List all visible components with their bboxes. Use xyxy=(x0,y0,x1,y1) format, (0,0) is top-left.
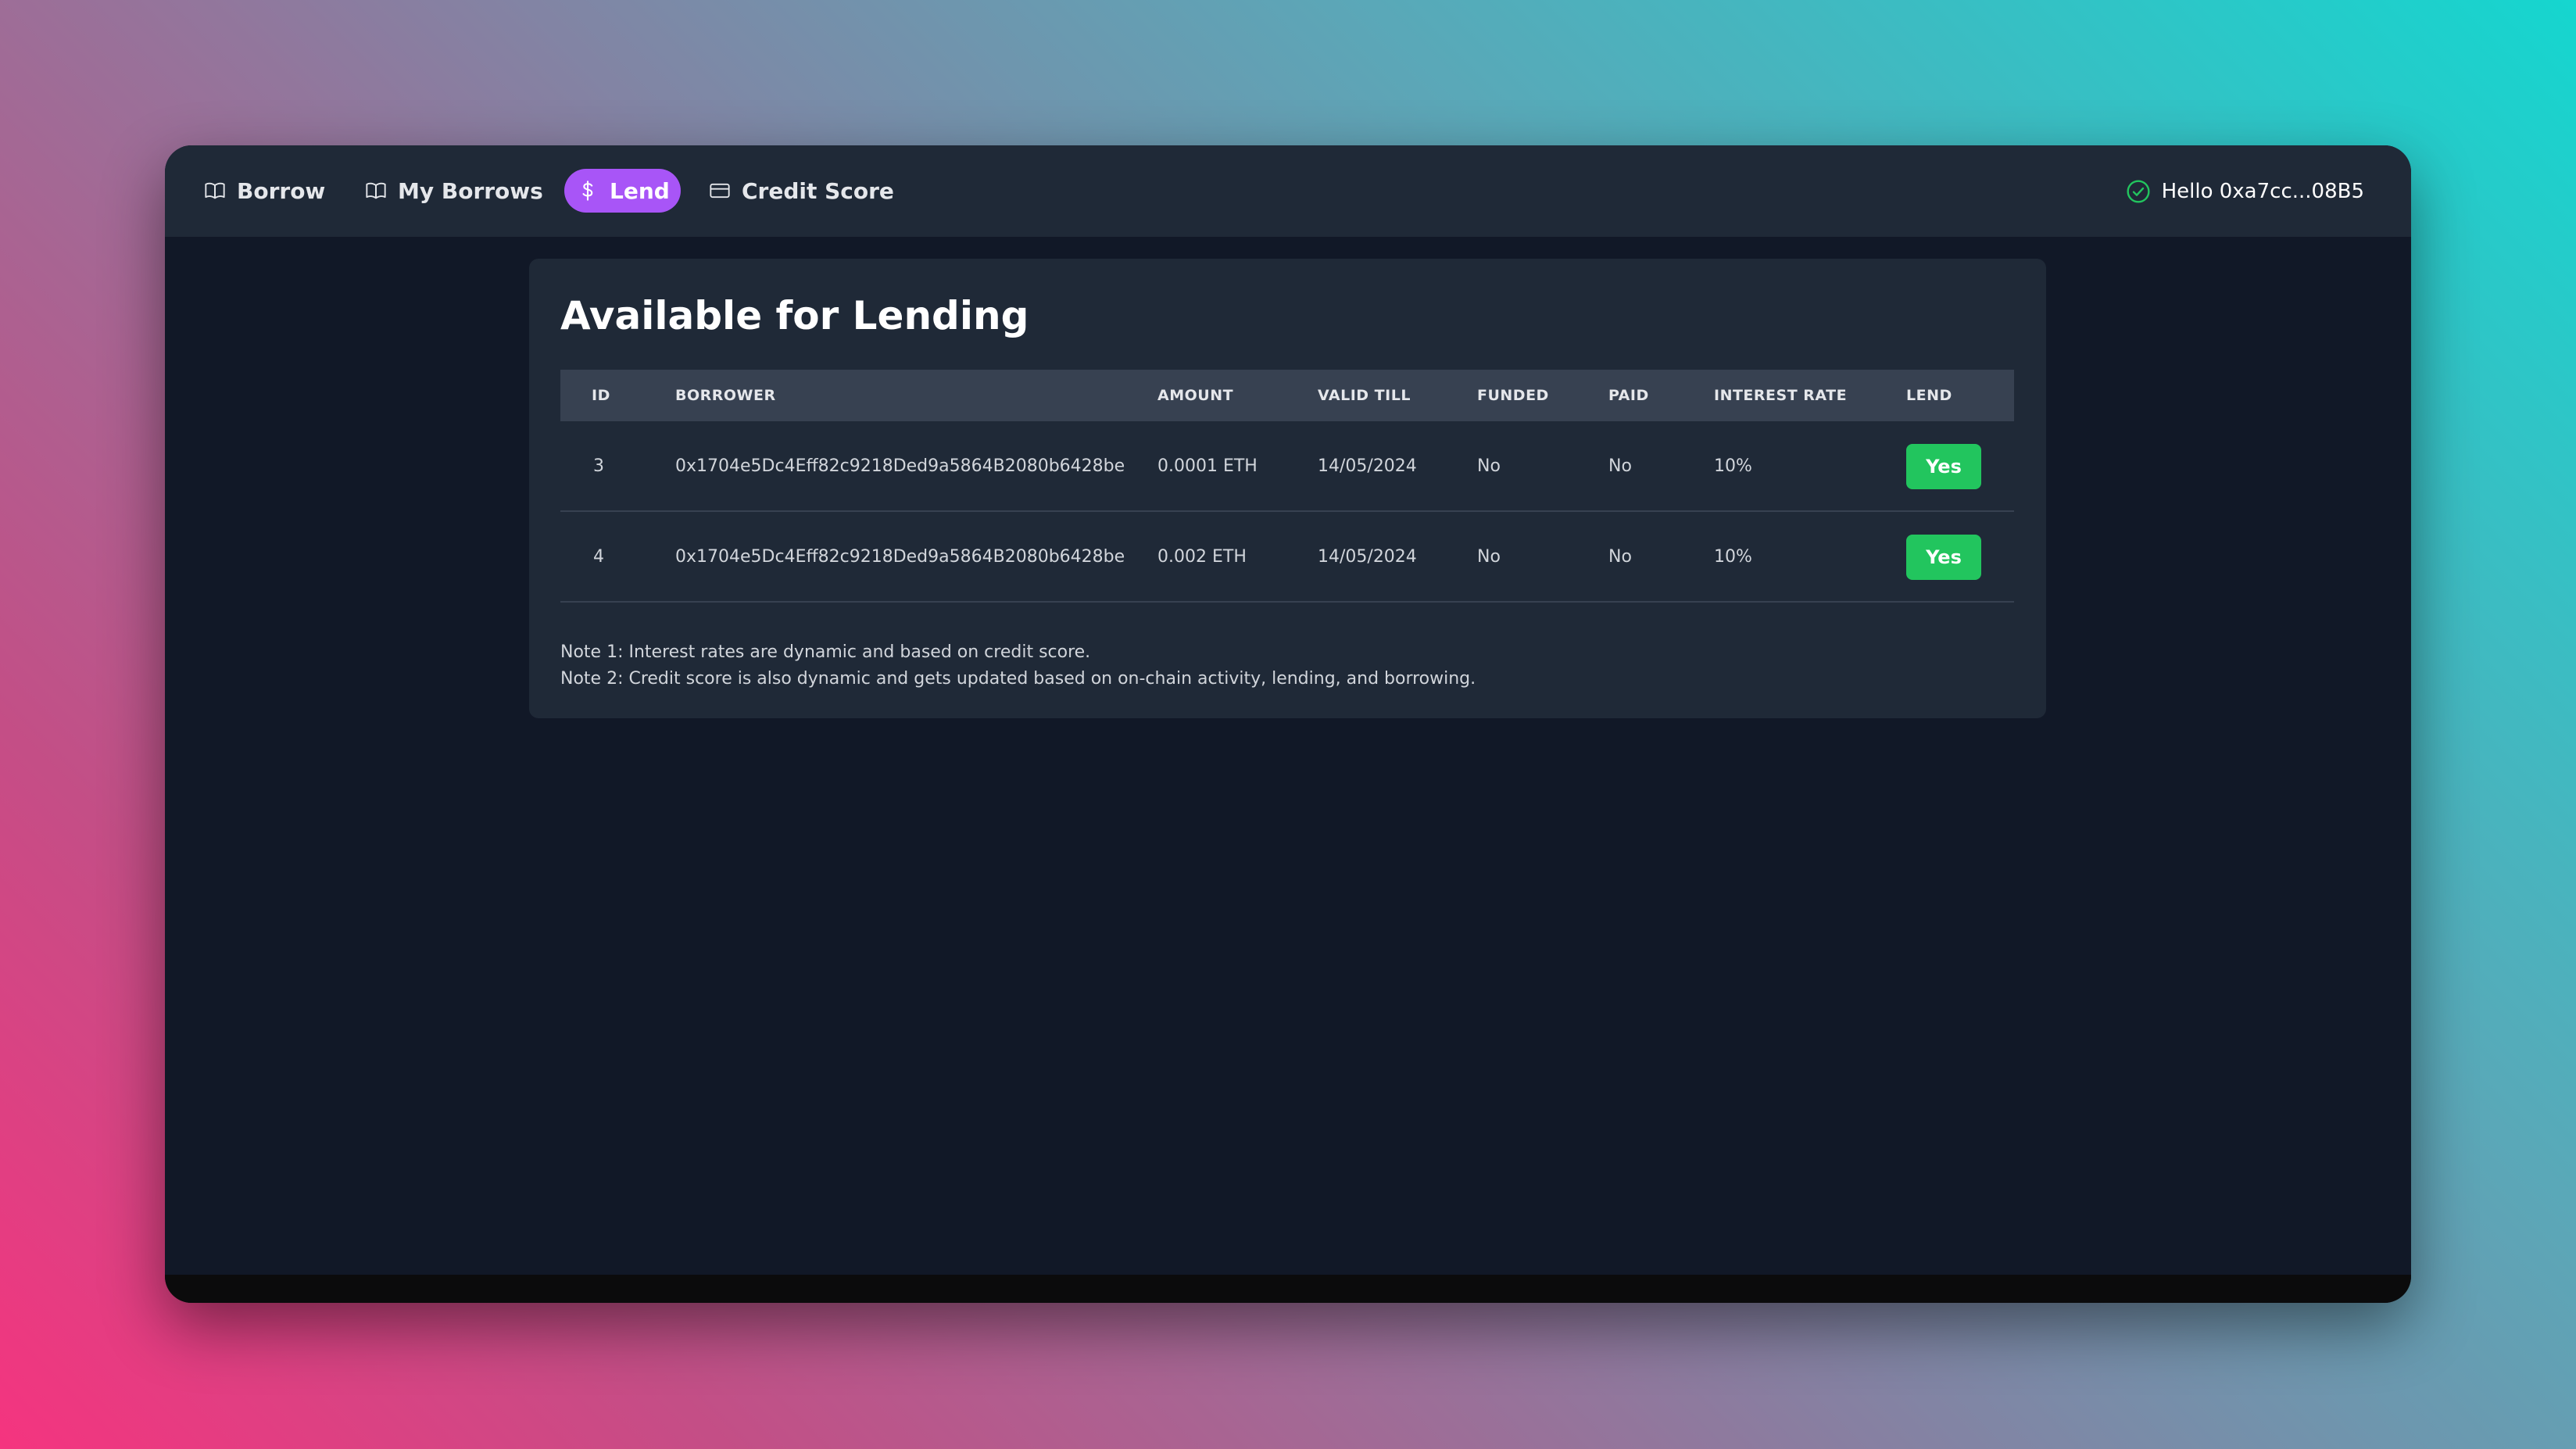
lending-card: Available for Lending ID BORROWER AMOUNT… xyxy=(529,259,2046,718)
top-nav-bar: Borrow My Borrows Lend Credit Score Hell… xyxy=(165,145,2411,237)
table-row: 4 0x1704e5Dc4Eff82c9218Ded9a5864B2080b64… xyxy=(560,512,2014,603)
table-header: ID BORROWER AMOUNT VALID TILL FUNDED PAI… xyxy=(560,370,2014,421)
notes: Note 1: Interest rates are dynamic and b… xyxy=(560,639,1476,692)
cell-interest-rate: 10% xyxy=(1714,456,1752,476)
book-open-icon xyxy=(366,182,386,199)
cell-amount: 0.002 ETH xyxy=(1157,546,1247,567)
lending-table: ID BORROWER AMOUNT VALID TILL FUNDED PAI… xyxy=(560,370,2014,603)
dollar-icon xyxy=(582,181,593,201)
cell-id: 4 xyxy=(593,546,604,567)
page-title: Available for Lending xyxy=(560,293,1029,338)
user-greeting[interactable]: Hello 0xa7cc...08B5 xyxy=(2126,145,2364,237)
column-header-borrower: BORROWER xyxy=(675,387,776,404)
nav-item-label: Credit Score xyxy=(742,177,894,204)
column-header-amount: AMOUNT xyxy=(1157,387,1234,404)
note-2: Note 2: Credit score is also dynamic and… xyxy=(560,669,1476,689)
column-header-id: ID xyxy=(592,387,610,404)
cell-amount: 0.0001 ETH xyxy=(1157,456,1258,476)
nav-item-lend[interactable]: Lend xyxy=(564,169,681,213)
cell-borrower: 0x1704e5Dc4Eff82c9218Ded9a5864B2080b6428… xyxy=(675,456,1125,476)
check-circle-icon xyxy=(2127,179,2150,203)
lend-yes-button[interactable]: Yes xyxy=(1906,535,1981,580)
cell-paid: No xyxy=(1608,456,1632,476)
note-1: Note 1: Interest rates are dynamic and b… xyxy=(560,642,1091,662)
cell-paid: No xyxy=(1608,546,1632,567)
nav-item-label: Lend xyxy=(610,177,670,204)
column-header-paid: PAID xyxy=(1608,387,1649,404)
nav-item-my-borrows[interactable]: My Borrows xyxy=(365,169,543,213)
book-open-icon xyxy=(205,182,225,199)
lend-yes-button[interactable]: Yes xyxy=(1906,444,1981,489)
bottom-strip xyxy=(165,1275,2411,1303)
nav-item-credit-score[interactable]: Credit Score xyxy=(709,169,894,213)
table-row: 3 0x1704e5Dc4Eff82c9218Ded9a5864B2080b64… xyxy=(560,421,2014,512)
user-greeting-text: Hello 0xa7cc...08B5 xyxy=(2161,179,2364,203)
cell-funded: No xyxy=(1477,546,1501,567)
cell-funded: No xyxy=(1477,456,1501,476)
cell-interest-rate: 10% xyxy=(1714,546,1752,567)
cell-valid-till: 14/05/2024 xyxy=(1318,546,1417,567)
nav-item-label: Borrow xyxy=(237,177,326,204)
cell-valid-till: 14/05/2024 xyxy=(1318,456,1417,476)
nav-item-label: My Borrows xyxy=(398,177,543,204)
column-header-funded: FUNDED xyxy=(1477,387,1549,404)
column-header-lend: LEND xyxy=(1906,387,1952,404)
credit-card-icon xyxy=(710,183,730,199)
column-header-valid-till: VALID TILL xyxy=(1318,387,1411,404)
app-window: Borrow My Borrows Lend Credit Score Hell… xyxy=(165,145,2411,1303)
nav-item-borrow[interactable]: Borrow xyxy=(204,169,325,213)
cell-borrower: 0x1704e5Dc4Eff82c9218Ded9a5864B2080b6428… xyxy=(675,546,1125,567)
column-header-interest-rate: INTEREST RATE xyxy=(1714,387,1848,404)
cell-id: 3 xyxy=(593,456,604,476)
